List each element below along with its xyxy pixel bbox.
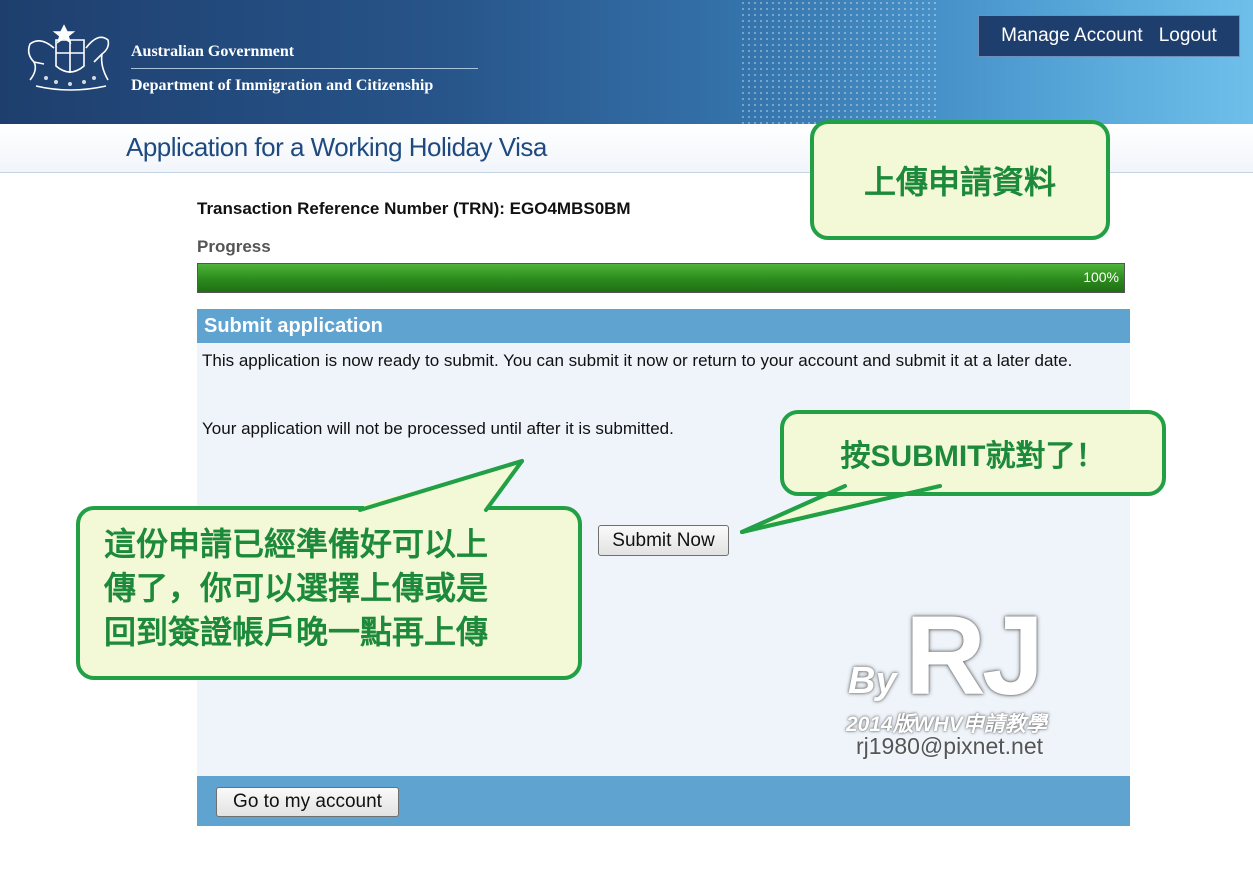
progress-percent: 100% [1083, 269, 1119, 285]
progress-label: Progress [197, 237, 271, 256]
transaction-reference-number: Transaction Reference Number (TRN): EGO4… [197, 199, 631, 218]
manage-account-link[interactable]: Manage Account [1001, 25, 1143, 47]
logout-link[interactable]: Logout [1159, 25, 1217, 47]
callout-upload-application: 上傳申請資料 [810, 120, 1110, 240]
watermark-email: rj1980@pixnet.net [856, 733, 1044, 759]
callout-left-line1: 這份申請已經準備好可以上 [104, 526, 489, 562]
callout-right-text: 按SUBMIT就對了！ [840, 440, 1106, 473]
callout-left-line2: 傳了，你可以選擇上傳或是 [104, 570, 489, 606]
account-links: Manage Account Logout [978, 15, 1240, 57]
submit-now-button[interactable]: Submit Now [598, 525, 729, 556]
header-divider [131, 68, 478, 69]
go-to-my-account-button[interactable]: Go to my account [216, 787, 399, 817]
watermark-rj: RJ [905, 593, 1044, 718]
callout-left-line3: 回到簽證帳戶晚一點再上傳 [104, 614, 489, 650]
submit-panel-header: Submit application [197, 309, 1130, 343]
ready-message: This application is now ready to submit.… [202, 351, 1073, 370]
callout-explanation: 這份申請已經準備好可以上 傳了，你可以選擇上傳或是 回到簽證帳戶晚一點再上傳 [76, 506, 582, 680]
watermark-by: By [848, 660, 897, 702]
callout-press-submit: 按SUBMIT就對了！ [780, 410, 1166, 496]
progress-fill: 100% [198, 264, 1124, 292]
page-title: Application for a Working Holiday Visa [126, 132, 547, 162]
submit-panel-title: Submit application [204, 315, 383, 337]
department-name: Department of Immigration and Citizenshi… [131, 77, 434, 94]
processing-notice: Your application will not be processed u… [202, 419, 674, 438]
map-dots-decoration [740, 0, 940, 124]
coat-of-arms-icon [27, 24, 110, 91]
submit-panel-footer: Go to my account [197, 776, 1130, 826]
government-name: Australian Government [131, 43, 295, 60]
callout-top-text: 上傳申請資料 [863, 164, 1056, 200]
progress-bar: 100% [197, 263, 1125, 293]
